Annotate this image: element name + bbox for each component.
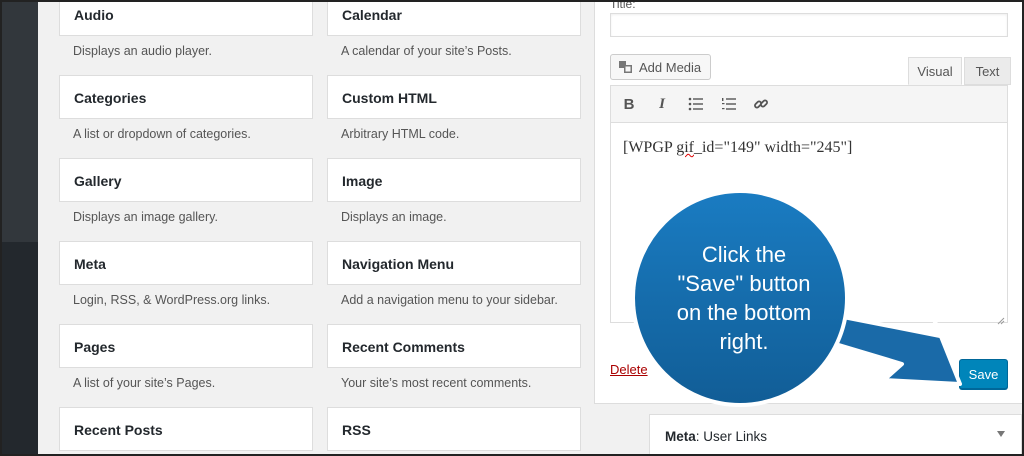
editor-toolbar: B I	[611, 86, 1007, 123]
editor-content-text: [WPGP gif_id="149" width="245"]	[623, 139, 853, 156]
widget-title: Audio	[74, 7, 114, 23]
screenshot-frame: Audio Displays an audio player. Categorie…	[0, 0, 1024, 456]
widget-desc: A list of your site’s Pages.	[73, 376, 216, 390]
media-icon	[619, 60, 633, 74]
widget-desc: Displays an image gallery.	[73, 210, 218, 224]
widget-desc: Arbitrary HTML code.	[341, 127, 460, 141]
widget-desc: A list or dropdown of categories.	[73, 127, 251, 141]
widget-desc: A calendar of your site’s Posts.	[341, 44, 512, 58]
widget-desc: Add a navigation menu to your sidebar.	[341, 293, 558, 307]
title-input[interactable]	[610, 13, 1008, 37]
widget-title: Recent Comments	[342, 339, 465, 355]
widget-title: Custom HTML	[342, 90, 437, 106]
resize-handle-icon[interactable]	[997, 312, 1005, 325]
save-button[interactable]: Save	[959, 359, 1008, 389]
link-icon[interactable]	[751, 95, 771, 113]
widget-desc: Your site’s most recent comments.	[341, 376, 532, 390]
add-media-button[interactable]: Add Media	[610, 54, 711, 80]
widget-desc: Displays an audio player.	[73, 44, 212, 58]
widget-title: Gallery	[74, 173, 122, 189]
widget-title: RSS	[342, 422, 371, 438]
widget-desc: Displays an image.	[341, 210, 447, 224]
admin-sidebar	[2, 2, 38, 454]
widget-title: Calendar	[342, 7, 402, 23]
tab-visual[interactable]: Visual	[908, 57, 962, 85]
italic-button[interactable]: I	[652, 95, 672, 113]
widget-title: Image	[342, 173, 383, 189]
title-label: Title:	[610, 0, 636, 11]
chevron-down-icon[interactable]	[997, 431, 1005, 437]
widget-title: Navigation Menu	[342, 256, 455, 272]
sidebar-widget-title: Meta: User Links	[665, 429, 768, 444]
widget-title: Categories	[74, 90, 147, 106]
widget-title: Pages	[74, 339, 116, 355]
tab-text[interactable]: Text	[964, 57, 1011, 85]
bulleted-list-icon[interactable]	[686, 95, 706, 113]
widget-title: Recent Posts	[74, 422, 163, 438]
sidebar-widget-meta[interactable]: Meta: User Links	[649, 414, 1022, 454]
numbered-list-icon[interactable]	[719, 95, 739, 113]
callout-text: Click the "Save" button on the bottom ri…	[676, 242, 812, 354]
widget-desc: Login, RSS, & WordPress.org links.	[73, 293, 271, 307]
widget-title: Meta	[74, 256, 106, 272]
bold-button[interactable]: B	[619, 95, 639, 113]
add-media-label: Add Media	[639, 59, 702, 75]
delete-link[interactable]: Delete	[610, 362, 648, 377]
